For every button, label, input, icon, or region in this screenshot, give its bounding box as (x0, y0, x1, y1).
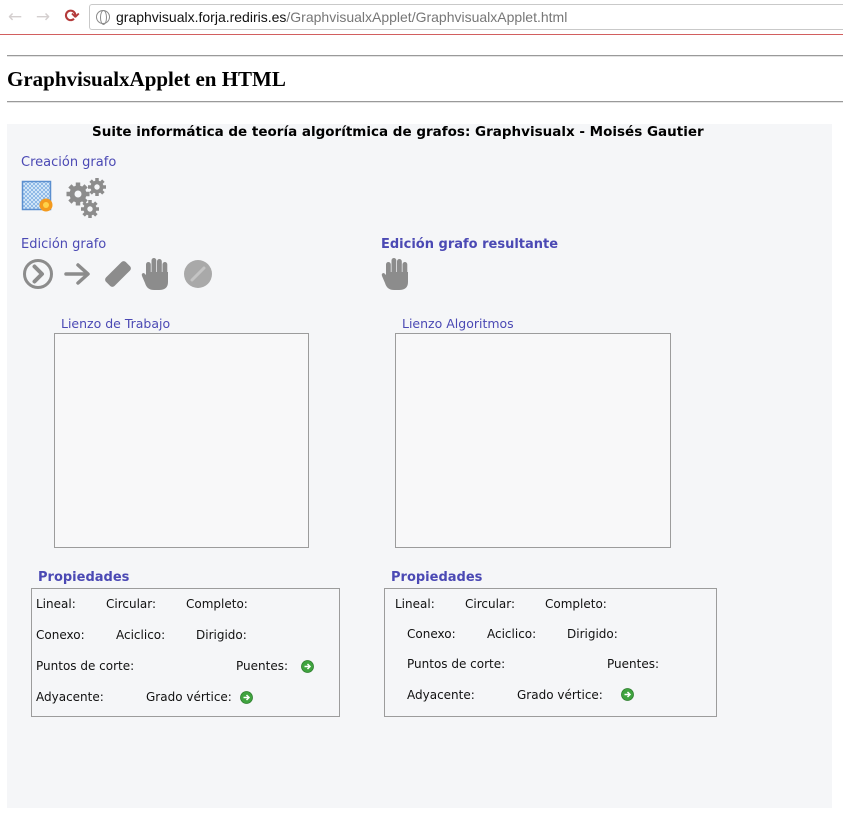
check-disabled-icon[interactable] (182, 258, 214, 290)
grado-vertice-go-icon[interactable] (240, 691, 253, 704)
prop-circular: Circular: (106, 597, 157, 611)
prop-adyacente: Adyacente: (36, 690, 104, 704)
select-node-icon[interactable] (22, 258, 54, 290)
prop-puentes: Puentes: (236, 659, 289, 673)
prop-dirigido-result: Dirigido: (567, 627, 618, 641)
prop-aciclico: Aciclico: (116, 628, 166, 642)
url-path: /GraphvisualxApplet/GraphvisualxApplet.h… (286, 9, 568, 25)
back-arrow-icon[interactable]: ← (5, 7, 25, 27)
prop-circular-result: Circular: (465, 597, 516, 611)
work-canvas-label: Lienzo de Trabajo (61, 316, 171, 331)
algorithm-canvas-label: Lienzo Algoritmos (402, 316, 514, 331)
prop-puntos-corte-result: Puntos de corte: (407, 657, 506, 671)
properties-title-left: Propiedades (38, 570, 130, 585)
url-host: graphvisualx.forja.rediris.es (116, 9, 287, 25)
new-graph-icon[interactable] (21, 179, 55, 213)
prop-completo-result: Completo: (545, 597, 607, 611)
forward-arrow-icon[interactable]: → (33, 7, 53, 27)
url-text: graphvisualx.forja.rediris.es/Graphvisua… (116, 9, 567, 25)
prop-lineal-result: Lineal: (395, 597, 435, 611)
reload-icon[interactable]: ⟳ (62, 7, 82, 27)
globe-icon (96, 10, 110, 25)
prop-conexo: Conexo: (36, 628, 85, 642)
browser-toolbar: ← → ⟳ graphvisualx.forja.rediris.es/Grap… (0, 0, 843, 34)
horizontal-rule-top (7, 55, 843, 57)
result-hand-move-icon[interactable] (381, 256, 413, 292)
algorithm-canvas[interactable] (395, 333, 671, 548)
page-title: GraphvisualxApplet en HTML (7, 67, 286, 91)
horizontal-rule-bottom (7, 101, 843, 103)
prop-dirigido: Dirigido: (196, 628, 247, 642)
prop-puntos-corte: Puntos de corte: (36, 659, 135, 673)
prop-grado-vertice: Grado vértice: (146, 690, 232, 704)
hand-move-icon[interactable] (141, 256, 173, 292)
prop-completo: Completo: (186, 597, 248, 611)
work-canvas[interactable] (54, 333, 309, 548)
eraser-icon[interactable] (101, 257, 135, 291)
prop-adyacente-result: Adyacente: (407, 688, 475, 702)
creation-label: Creación grafo (21, 155, 117, 170)
prop-lineal: Lineal: (36, 597, 76, 611)
edit-result-graph-label: Edición grafo resultante (381, 237, 559, 252)
add-edge-arrow-icon[interactable] (63, 260, 93, 288)
prop-conexo-result: Conexo: (407, 627, 456, 641)
toolbar-divider (0, 34, 843, 35)
prop-puentes-result: Puentes: (607, 657, 660, 671)
edit-graph-label: Edición grafo (21, 237, 107, 252)
suite-title: Suite informática de teoría algorítmica … (92, 124, 704, 140)
prop-aciclico-result: Aciclico: (487, 627, 537, 641)
prop-grado-vertice-result: Grado vértice: (517, 688, 603, 702)
puentes-go-icon[interactable] (301, 660, 314, 673)
properties-title-right: Propiedades (391, 570, 483, 585)
grado-vertice-result-go-icon[interactable] (621, 688, 634, 701)
address-bar[interactable]: graphvisualx.forja.rediris.es/Graphvisua… (89, 4, 843, 30)
settings-gears-icon[interactable] (64, 176, 110, 220)
